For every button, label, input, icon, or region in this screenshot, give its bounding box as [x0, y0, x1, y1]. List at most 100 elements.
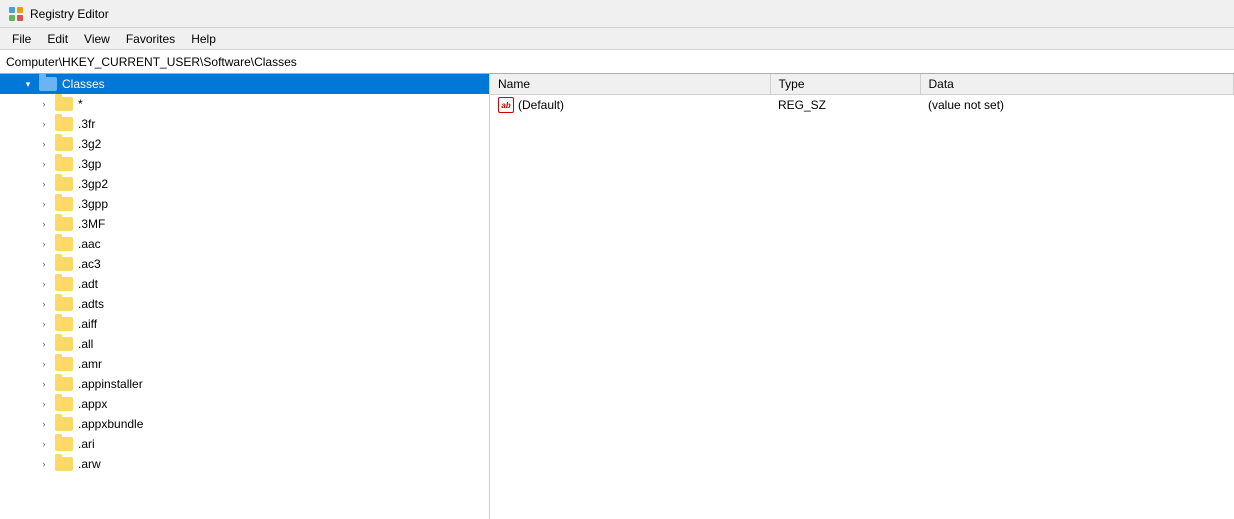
tree-label: .ac3 — [76, 257, 101, 271]
folder-icon — [55, 377, 73, 391]
folder-icon — [55, 297, 73, 311]
address-bar: Computer\HKEY_CURRENT_USER\Software\Clas… — [0, 50, 1234, 74]
main-content: ▾ Classes › * › .3fr › .3g2 › .3gp — [0, 74, 1234, 519]
folder-icon — [55, 177, 73, 191]
tree-item-all[interactable]: › .all — [0, 334, 489, 354]
folder-icon — [55, 97, 73, 111]
tree-label: .3MF — [76, 217, 105, 231]
name-value: (Default) — [518, 98, 564, 112]
tree-item-adt[interactable]: › .adt — [0, 274, 489, 294]
tree-item-star[interactable]: › * — [0, 94, 489, 114]
tree-panel[interactable]: ▾ Classes › * › .3fr › .3g2 › .3gp — [0, 74, 490, 519]
tree-item-appinstaller[interactable]: › .appinstaller — [0, 374, 489, 394]
folder-icon — [55, 217, 73, 231]
folder-icon — [39, 77, 57, 91]
folder-icon — [55, 337, 73, 351]
menu-edit[interactable]: Edit — [39, 30, 76, 48]
folder-icon — [55, 117, 73, 131]
tree-label: .3gp2 — [76, 177, 108, 191]
tree-label: * — [76, 97, 83, 111]
chevron-right-icon: › — [36, 156, 52, 172]
cell-data: (value not set) — [920, 95, 1234, 116]
cell-name: ab (Default) — [490, 95, 770, 116]
chevron-right-icon: › — [36, 296, 52, 312]
chevron-right-icon: › — [36, 396, 52, 412]
chevron-right-icon: › — [36, 96, 52, 112]
chevron-right-icon: › — [36, 256, 52, 272]
tree-item-3gp2[interactable]: › .3gp2 — [0, 174, 489, 194]
tree-label: .appxbundle — [76, 417, 143, 431]
menu-file[interactable]: File — [4, 30, 39, 48]
menu-favorites[interactable]: Favorites — [118, 30, 183, 48]
chevron-right-icon: › — [36, 356, 52, 372]
registry-editor-icon — [8, 6, 24, 22]
menu-bar: File Edit View Favorites Help — [0, 28, 1234, 50]
tree-item-amr[interactable]: › .amr — [0, 354, 489, 374]
tree-item-3gp[interactable]: › .3gp — [0, 154, 489, 174]
table-header-row: Name Type Data — [490, 74, 1234, 95]
tree-item-aac[interactable]: › .aac — [0, 234, 489, 254]
tree-item-3mf[interactable]: › .3MF — [0, 214, 489, 234]
tree-item-aiff[interactable]: › .aiff — [0, 314, 489, 334]
table-row[interactable]: ab (Default) REG_SZ (value not set) — [490, 95, 1234, 116]
detail-table: Name Type Data ab (Default) REG_SZ (valu… — [490, 74, 1234, 115]
tree-item-3fr[interactable]: › .3fr — [0, 114, 489, 134]
tree-item-3g2[interactable]: › .3g2 — [0, 134, 489, 154]
tree-item-3gpp[interactable]: › .3gpp — [0, 194, 489, 214]
chevron-right-icon: › — [36, 176, 52, 192]
tree-label: .amr — [76, 357, 102, 371]
folder-icon — [55, 317, 73, 331]
column-type[interactable]: Type — [770, 74, 920, 95]
folder-icon — [55, 157, 73, 171]
chevron-right-icon: › — [36, 416, 52, 432]
tree-label: .aiff — [76, 317, 97, 331]
chevron-right-icon: › — [36, 436, 52, 452]
tree-label: .all — [76, 337, 93, 351]
menu-help[interactable]: Help — [183, 30, 224, 48]
tree-label: .3g2 — [76, 137, 101, 151]
chevron-right-icon: › — [36, 196, 52, 212]
tree-label: .appx — [76, 397, 107, 411]
menu-view[interactable]: View — [76, 30, 118, 48]
tree-label: .adt — [76, 277, 98, 291]
chevron-right-icon: › — [36, 316, 52, 332]
tree-label: .appinstaller — [76, 377, 143, 391]
folder-icon — [55, 437, 73, 451]
tree-item-ac3[interactable]: › .ac3 — [0, 254, 489, 274]
tree-label: .adts — [76, 297, 104, 311]
reg-sz-icon: ab — [498, 97, 514, 113]
column-data[interactable]: Data — [920, 74, 1234, 95]
window-title: Registry Editor — [30, 7, 109, 21]
detail-panel: Name Type Data ab (Default) REG_SZ (valu… — [490, 74, 1234, 519]
tree-label: .3gpp — [76, 197, 108, 211]
tree-item-arw[interactable]: › .arw — [0, 454, 489, 474]
tree-item-appx[interactable]: › .appx — [0, 394, 489, 414]
column-name[interactable]: Name — [490, 74, 770, 95]
chevron-right-icon: › — [36, 376, 52, 392]
tree-item-ari[interactable]: › .ari — [0, 434, 489, 454]
title-bar: Registry Editor — [0, 0, 1234, 28]
tree-label: .3gp — [76, 157, 101, 171]
folder-icon — [55, 457, 73, 471]
tree-label: Classes — [60, 77, 105, 91]
tree-label: .3fr — [76, 117, 95, 131]
tree-item-classes[interactable]: ▾ Classes — [0, 74, 489, 94]
folder-icon — [55, 357, 73, 371]
chevron-right-icon: › — [36, 456, 52, 472]
tree-item-appxbundle[interactable]: › .appxbundle — [0, 414, 489, 434]
chevron-right-icon: › — [36, 116, 52, 132]
chevron-down-icon: ▾ — [20, 76, 36, 92]
folder-icon — [55, 137, 73, 151]
folder-icon — [55, 197, 73, 211]
chevron-right-icon: › — [36, 236, 52, 252]
tree-item-adts[interactable]: › .adts — [0, 294, 489, 314]
address-path: Computer\HKEY_CURRENT_USER\Software\Clas… — [6, 55, 297, 69]
chevron-right-icon: › — [36, 336, 52, 352]
folder-icon — [55, 417, 73, 431]
tree-label: .ari — [76, 437, 95, 451]
tree-label: .aac — [76, 237, 101, 251]
tree-label: .arw — [76, 457, 101, 471]
folder-icon — [55, 277, 73, 291]
cell-type: REG_SZ — [770, 95, 920, 116]
folder-icon — [55, 397, 73, 411]
